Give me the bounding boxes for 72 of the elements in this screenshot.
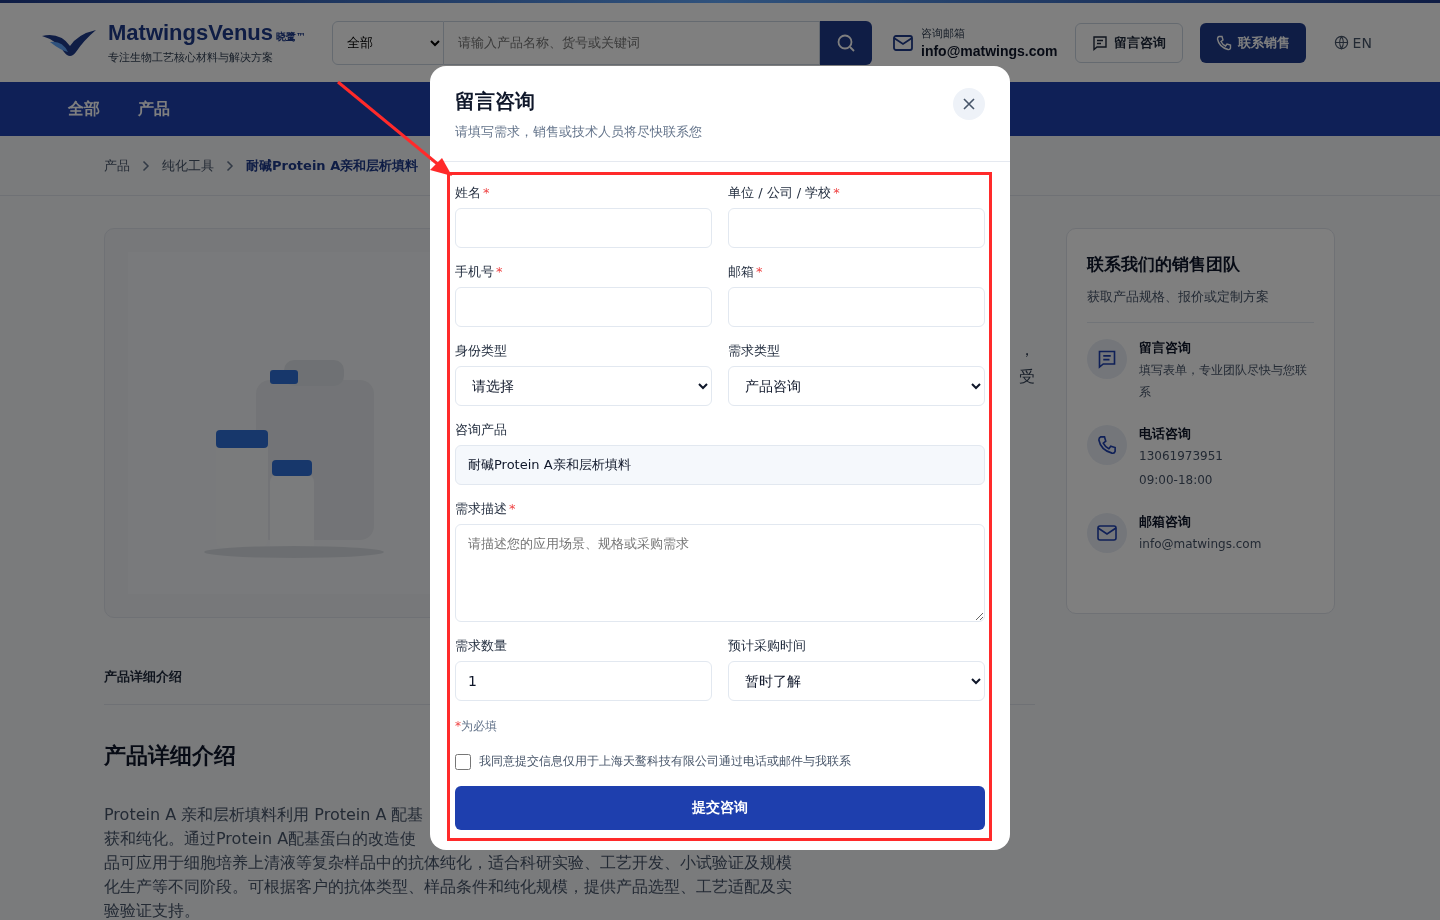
contact-email: info@matwings.com	[921, 43, 1058, 59]
brand-mark: 晓鹭™	[276, 30, 307, 44]
breadcrumb-link[interactable]: 纯化工具	[162, 156, 214, 175]
dialog-subtitle: 请填写需求，销售或技术人员将尽快联系您	[455, 123, 702, 141]
input-field[interactable]: 耐碱Protein A亲和层析填料	[455, 445, 985, 485]
description-line: 验验证支持。	[104, 900, 200, 920]
field-label: 预计采购时间	[728, 637, 806, 655]
card-title: 联系我们的销售团队	[1087, 253, 1241, 276]
message-button[interactable]: 留言咨询	[1074, 22, 1183, 63]
contact-method-title: 电话咨询	[1139, 425, 1192, 443]
input-field[interactable]: 1	[455, 661, 712, 701]
nav-item[interactable]: 全部	[68, 98, 100, 120]
message-icon	[1087, 339, 1127, 379]
mail-icon	[1087, 513, 1127, 553]
message-icon	[1091, 34, 1108, 51]
field-label: 需求描述*	[455, 500, 516, 518]
field-label: 单位 / 公司 / 学校*	[728, 184, 840, 202]
section-heading: 产品详细介绍	[104, 742, 236, 770]
field-label: 身份类型	[455, 342, 507, 360]
mail-icon	[893, 34, 913, 51]
field-label: 姓名*	[455, 184, 490, 202]
close-button[interactable]	[953, 88, 985, 120]
contact-method-text: 09:00-18:00	[1139, 472, 1214, 489]
input-field[interactable]	[728, 287, 985, 327]
breadcrumb-link[interactable]: 耐碱Protein A亲和层析填料	[246, 156, 419, 175]
description-line: Protein A 亲和层析填料利用 Protein A 配基	[104, 804, 424, 826]
field-label: 咨询产品	[455, 421, 507, 439]
input-field[interactable]	[455, 287, 712, 327]
required-note: *为必填	[455, 718, 497, 735]
search-button[interactable]	[820, 20, 872, 65]
detail-tab[interactable]: 产品详细介绍	[104, 669, 182, 684]
nav-item[interactable]: 产品	[138, 98, 170, 120]
language-link[interactable]: EN	[1333, 34, 1372, 51]
breadcrumb-link[interactable]: 产品	[104, 156, 130, 175]
card-subtitle: 获取产品规格、报价或定制方案	[1087, 288, 1270, 306]
tagline: 专注生物工艺核心材料与解决方案	[108, 50, 274, 65]
search-field[interactable]: 请输入产品名称、货号或关键词	[444, 20, 820, 65]
contact-method-text: 填写表单，专业团队尽快与您联系	[1139, 362, 1308, 401]
input-field[interactable]	[455, 208, 712, 248]
field-label: 邮箱*	[728, 263, 763, 281]
contact-method-title: 邮箱咨询	[1139, 513, 1192, 531]
field-label: 需求类型	[728, 342, 780, 360]
contact-sales-button[interactable]: 联系销售	[1199, 22, 1306, 63]
search-icon	[836, 32, 856, 53]
globe-icon	[1333, 35, 1349, 50]
textarea-field[interactable]: 请描述您的应用场景、规格或采购需求	[455, 524, 985, 622]
description-line: 品可应用于细胞培养上清液等复杂样品中的抗体纯化，适合科研实验、工艺开发、小试验证及规模	[104, 852, 792, 874]
phone-icon	[1087, 425, 1127, 465]
field-label: 手机号*	[455, 263, 503, 281]
chevron-icon	[226, 159, 234, 172]
input-field[interactable]	[728, 208, 985, 248]
select-field[interactable]: 暂时了解	[728, 661, 985, 701]
contact-method-text: info@matwings.com	[1139, 536, 1262, 553]
close-icon	[962, 97, 976, 111]
select-field[interactable]: 请选择	[455, 366, 712, 406]
consent-label: 我同意提交信息仅用于上海天鹜科技有限公司通过电话或邮件与我联系	[479, 753, 851, 770]
description-line: 获和纯化。通过Protein A配基蛋白的改造使	[104, 828, 417, 850]
contact-method-text: 13061973951	[1139, 448, 1223, 465]
contact-method-title: 留言咨询	[1139, 339, 1192, 357]
field-label: 需求数量	[455, 637, 507, 655]
dialog-title: 留言咨询	[455, 88, 536, 115]
phone-icon	[1215, 34, 1232, 51]
consent-checkbox[interactable]	[455, 753, 471, 770]
description-fragment: 受	[1019, 367, 1035, 388]
submit-button[interactable]: 提交咨询	[455, 786, 985, 830]
brand-name: MatwingsVenus	[108, 20, 274, 46]
contact-label: 咨询邮箱	[921, 26, 966, 41]
description-line: 化生产等不同阶段。可根据客户的抗体类型、样品条件和纯化规模，提供产品选型、工艺适配及实	[104, 876, 792, 898]
category-select[interactable]: 全部	[332, 20, 444, 65]
select-field[interactable]: 产品咨询	[728, 366, 985, 406]
description-fragment: ，	[1019, 340, 1035, 361]
chevron-icon	[142, 159, 150, 172]
